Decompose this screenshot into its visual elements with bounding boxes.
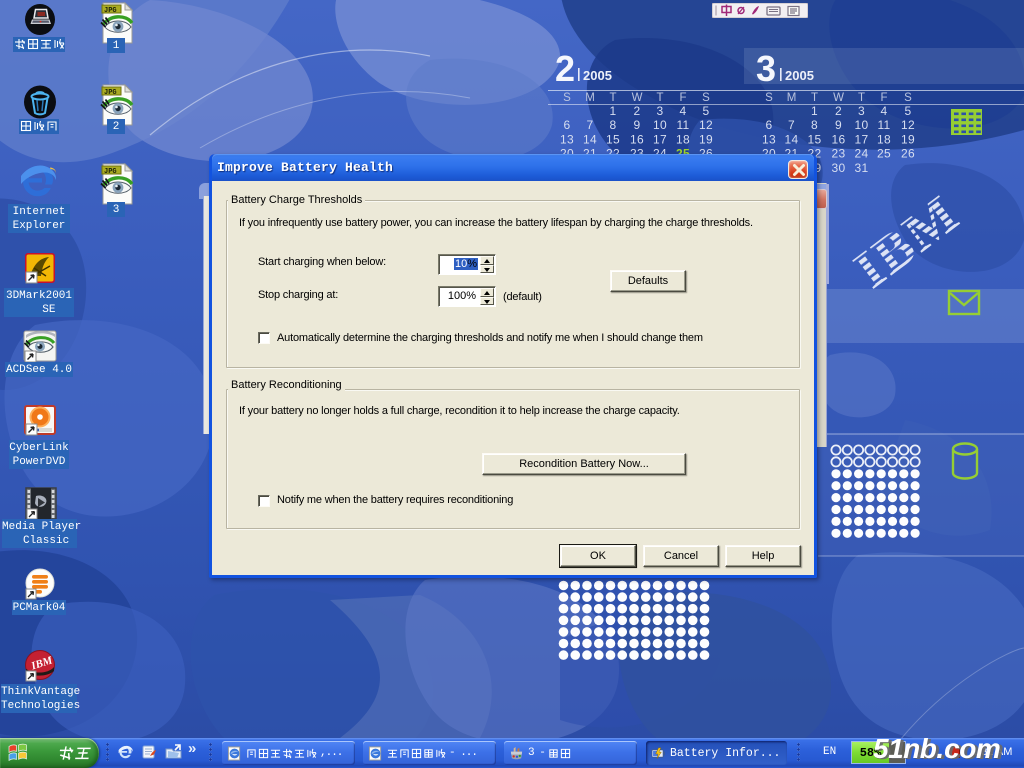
- svg-text:M: M: [787, 92, 797, 104]
- svg-text:10: 10: [855, 118, 869, 132]
- svg-text:16: 16: [832, 132, 846, 146]
- svg-text:14: 14: [583, 132, 597, 146]
- svg-text:W: W: [833, 92, 844, 104]
- svg-text:2005: 2005: [785, 68, 814, 83]
- svg-text:19: 19: [699, 132, 713, 146]
- svg-text:16: 16: [630, 132, 644, 146]
- svg-text:3: 3: [756, 48, 776, 89]
- svg-text:15: 15: [808, 132, 822, 146]
- svg-text:S: S: [904, 92, 912, 104]
- svg-text:12: 12: [901, 118, 915, 132]
- svg-text:2: 2: [835, 104, 842, 118]
- svg-text:26: 26: [901, 147, 915, 161]
- svg-text:19: 19: [901, 132, 915, 146]
- svg-text:10: 10: [653, 118, 667, 132]
- svg-text:8: 8: [811, 118, 818, 132]
- svg-text:17: 17: [855, 132, 869, 146]
- svg-text:7: 7: [788, 118, 795, 132]
- svg-text:T: T: [609, 92, 616, 104]
- svg-text:25: 25: [877, 147, 891, 161]
- svg-text:13: 13: [560, 132, 574, 146]
- svg-text:4: 4: [680, 104, 687, 118]
- svg-text:T: T: [858, 92, 865, 104]
- svg-text:11: 11: [676, 118, 689, 132]
- svg-text:2005: 2005: [583, 68, 612, 83]
- svg-text:30: 30: [832, 161, 846, 175]
- svg-text:JPG: JPG: [104, 89, 117, 97]
- svg-text:9: 9: [634, 118, 641, 132]
- svg-text:23: 23: [832, 147, 846, 161]
- svg-text:18: 18: [676, 132, 690, 146]
- svg-text:31: 31: [855, 161, 869, 175]
- svg-text:7: 7: [587, 118, 594, 132]
- svg-text:JPG: JPG: [104, 7, 117, 15]
- svg-text:S: S: [563, 92, 571, 104]
- svg-text:8: 8: [610, 118, 617, 132]
- svg-text:M: M: [585, 92, 595, 104]
- svg-text:JPG: JPG: [104, 168, 117, 176]
- svg-text:2: 2: [555, 48, 575, 89]
- svg-text:11: 11: [877, 118, 890, 132]
- svg-text:3: 3: [858, 104, 865, 118]
- svg-text:6: 6: [766, 118, 773, 132]
- svg-text:14: 14: [785, 132, 799, 146]
- svg-text:S: S: [702, 92, 710, 104]
- svg-text:4: 4: [881, 104, 888, 118]
- svg-text:17: 17: [653, 132, 667, 146]
- svg-text:6: 6: [564, 118, 571, 132]
- svg-text:2: 2: [634, 104, 641, 118]
- svg-text:12: 12: [699, 118, 713, 132]
- svg-text:5: 5: [703, 104, 710, 118]
- svg-text:F: F: [880, 92, 887, 104]
- svg-text:S: S: [765, 92, 773, 104]
- svg-text:5: 5: [905, 104, 912, 118]
- svg-text:1: 1: [811, 104, 818, 118]
- svg-text:24: 24: [855, 147, 869, 161]
- svg-text:3: 3: [657, 104, 664, 118]
- svg-text:9: 9: [835, 118, 842, 132]
- svg-text:1: 1: [610, 104, 617, 118]
- svg-text:15: 15: [606, 132, 620, 146]
- svg-text:T: T: [811, 92, 818, 104]
- svg-text:T: T: [656, 92, 663, 104]
- svg-text:13: 13: [762, 132, 776, 146]
- svg-text:W: W: [632, 92, 643, 104]
- svg-text:18: 18: [877, 132, 891, 146]
- svg-text:F: F: [679, 92, 686, 104]
